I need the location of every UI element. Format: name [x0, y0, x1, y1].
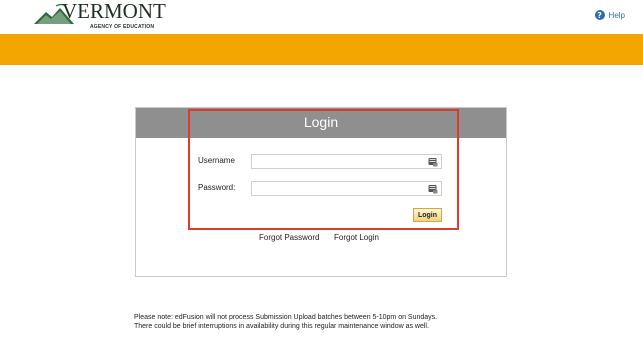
notice-line-2: There could be brief interruptions in av… — [134, 323, 429, 330]
forgot-password-link[interactable]: Forgot Password — [259, 233, 319, 242]
logo-wordmark: VERMONT — [62, 0, 166, 23]
help-link[interactable]: ? Help — [594, 10, 625, 20]
password-label: Password: — [198, 183, 236, 192]
username-field[interactable] — [251, 154, 442, 169]
login-panel-header: Login — [136, 108, 506, 138]
help-label: Help — [608, 10, 625, 20]
keyboard-icon[interactable] — [428, 157, 438, 167]
site-header: VERMONT AGENCY OF EDUCATION ? Help — [0, 0, 643, 34]
help-icon: ? — [594, 10, 605, 20]
forgot-login-link[interactable]: Forgot Login — [334, 233, 379, 242]
maintenance-notice: Please note: edFusion will not process S… — [134, 313, 437, 331]
vermont-logo[interactable]: VERMONT AGENCY OF EDUCATION — [34, 0, 166, 34]
password-field[interactable] — [251, 181, 442, 196]
orange-banner — [0, 34, 643, 65]
logo-subtitle: AGENCY OF EDUCATION — [90, 24, 155, 30]
notice-line-1: Please note: edFusion will not process S… — [134, 314, 438, 321]
keyboard-icon[interactable] — [428, 184, 438, 194]
username-label: Username — [198, 156, 235, 165]
login-button[interactable]: Login — [413, 208, 442, 222]
login-title: Login — [303, 114, 339, 130]
